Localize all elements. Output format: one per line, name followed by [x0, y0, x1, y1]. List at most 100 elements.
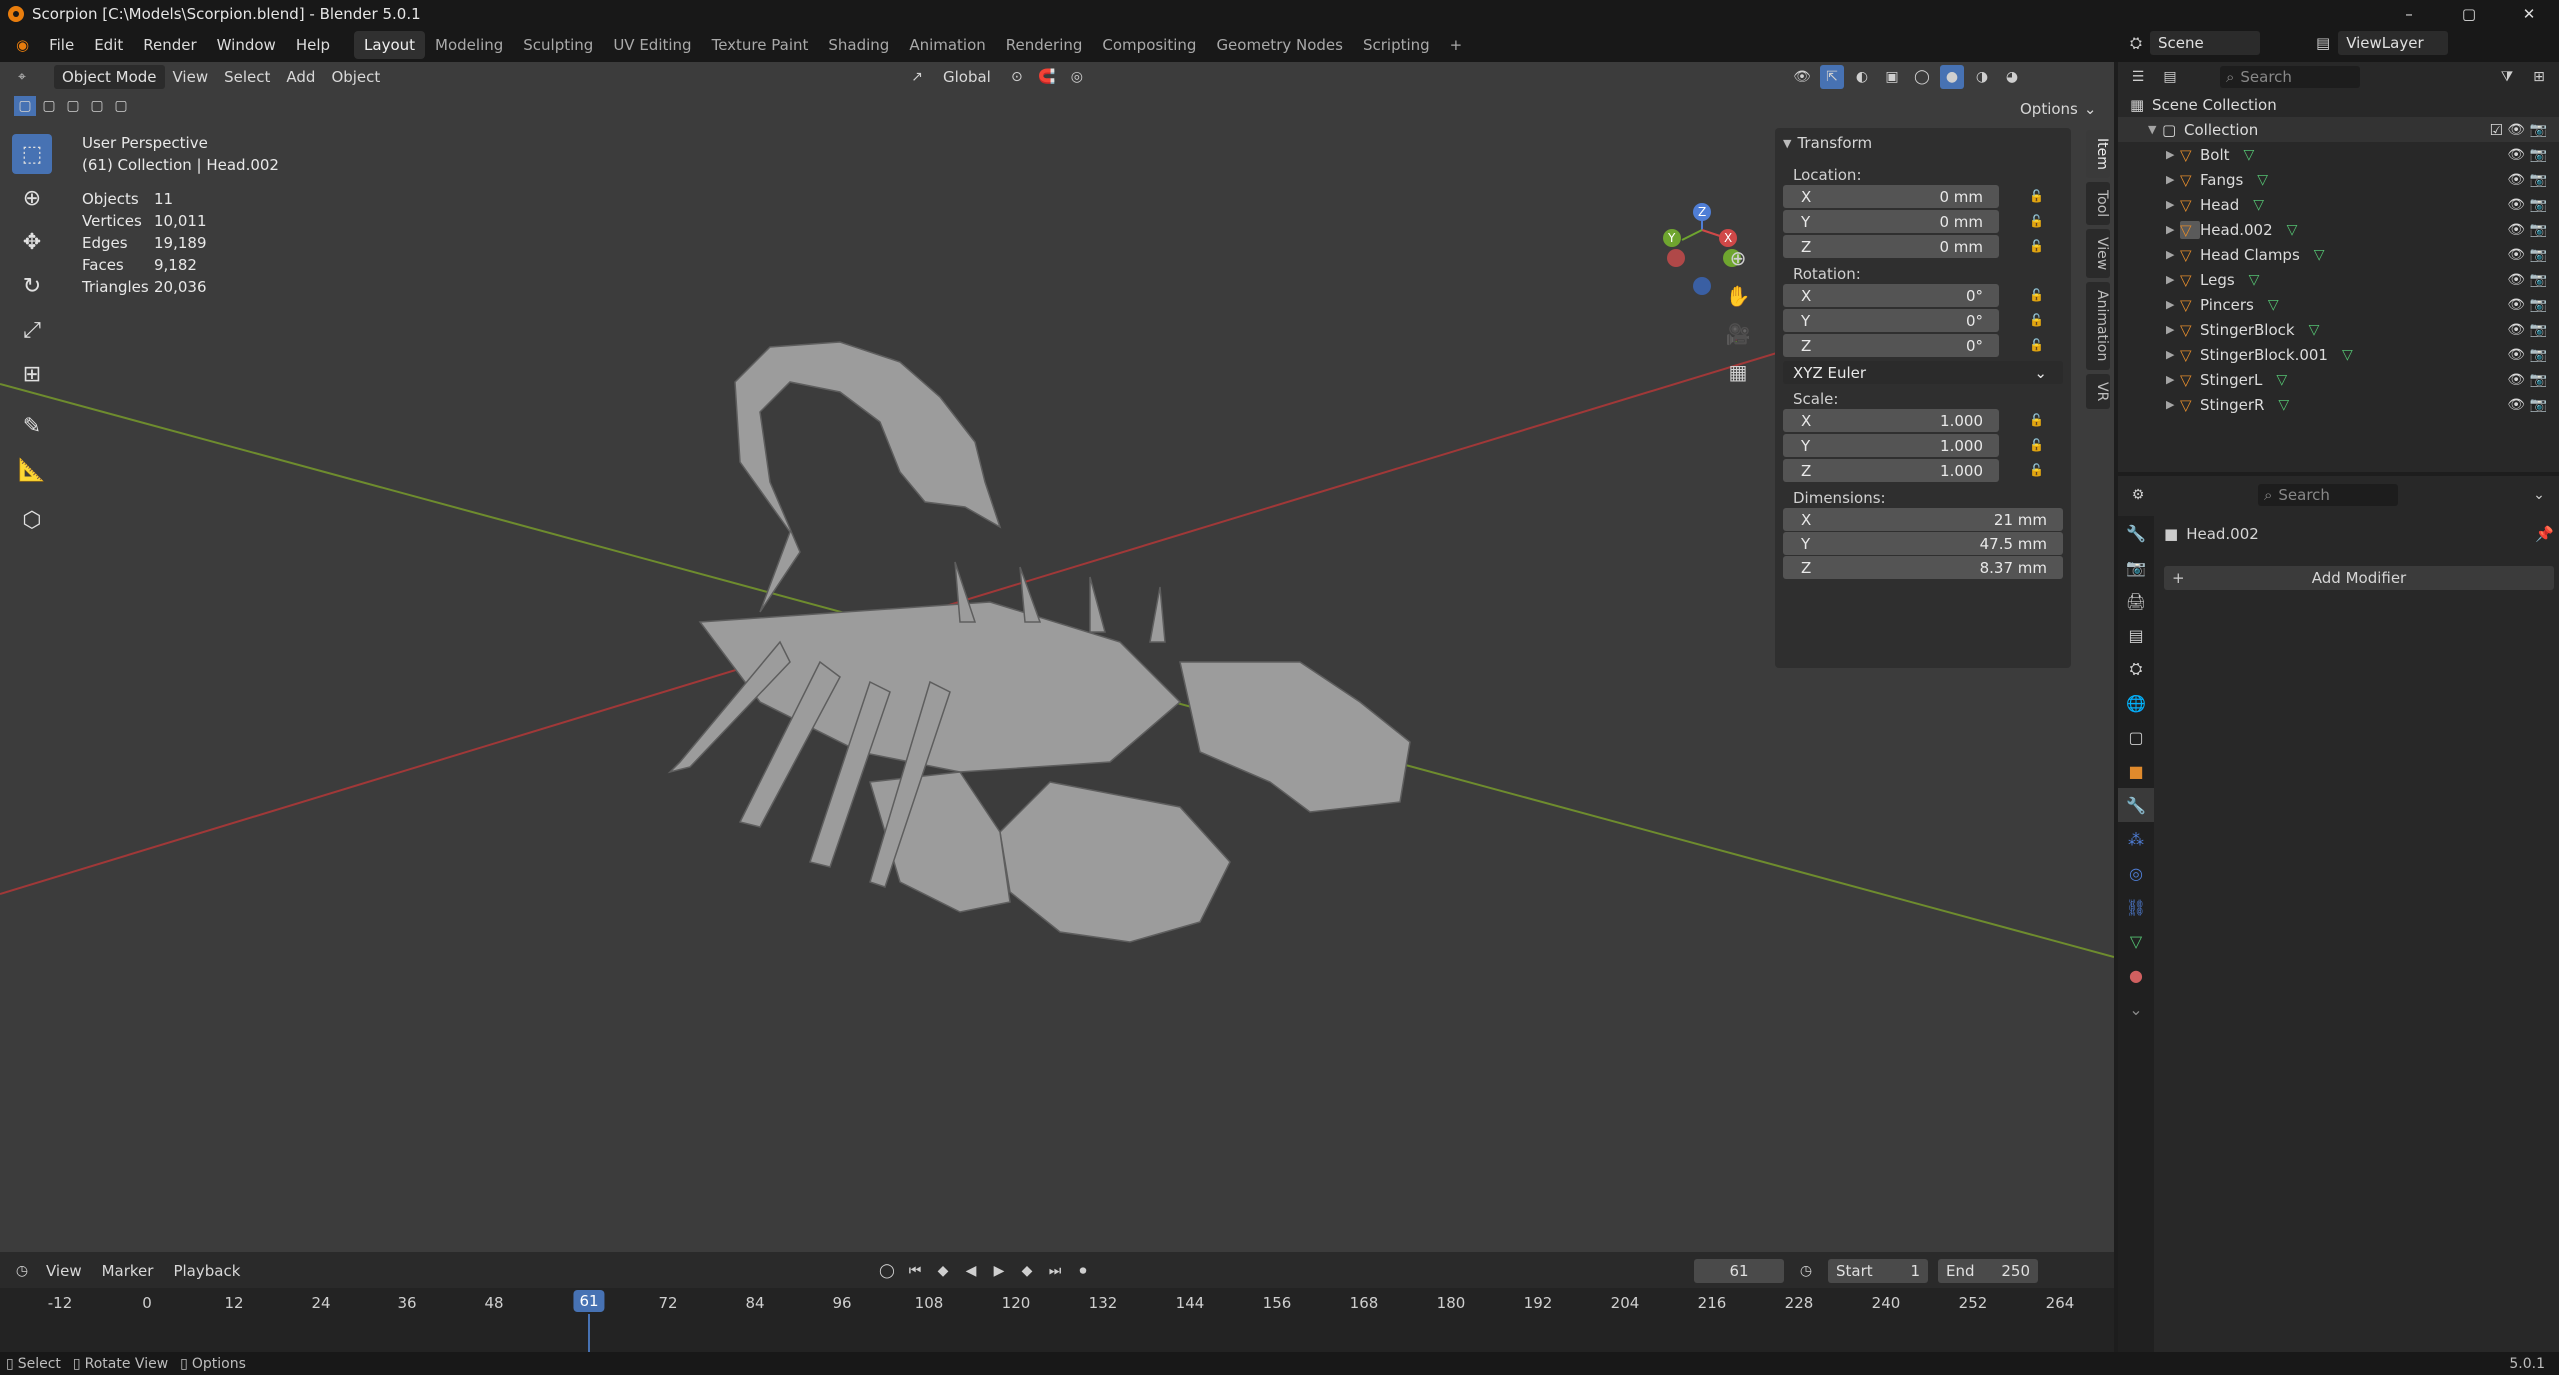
scene-icon[interactable]: ⛭	[2130, 34, 2142, 52]
tab-shading[interactable]: Shading	[818, 31, 899, 59]
tab-rendering[interactable]: Rendering	[996, 31, 1093, 59]
camera-icon[interactable]: 📷	[2530, 247, 2547, 263]
checkbox-icon[interactable]: ☑	[2490, 121, 2503, 139]
tab-animation[interactable]: Animation	[899, 31, 995, 59]
tab-tool[interactable]: Tool	[2086, 181, 2110, 226]
camera-icon[interactable]: 📷	[2530, 197, 2547, 213]
tab-view[interactable]: View	[2086, 229, 2110, 279]
expand-icon[interactable]: ▶	[2166, 198, 2180, 211]
eye-icon[interactable]: 👁	[2507, 297, 2525, 313]
outliner-item[interactable]: ▶ ▽ StingerBlock.001 ▽ 👁 📷	[2118, 342, 2559, 367]
camera-icon[interactable]: 📷	[2530, 222, 2547, 238]
lock-icon[interactable]: 🔓	[2029, 338, 2044, 354]
dimensions-z-field[interactable]: Z 8.37 mm	[1783, 556, 2063, 579]
transform-panel-header[interactable]: ▼ Transform	[1775, 128, 2071, 158]
output-tab-icon[interactable]: 🖨	[2118, 584, 2154, 618]
scene-selector[interactable]: Scene	[2150, 31, 2261, 55]
pin-icon[interactable]: 📌	[2535, 525, 2554, 543]
tab-uv-editing[interactable]: UV Editing	[603, 31, 701, 59]
object-tab-icon[interactable]: ■	[2118, 754, 2154, 788]
tab-texture-paint[interactable]: Texture Paint	[702, 31, 819, 59]
eye-icon[interactable]: 👁	[2507, 222, 2525, 238]
tab-vr[interactable]: VR	[2086, 373, 2110, 409]
eye-icon[interactable]: 👁	[2507, 247, 2525, 263]
outliner-search-input[interactable]: ⌕ Search	[2220, 66, 2360, 88]
expand-icon[interactable]: ▶	[2166, 248, 2180, 261]
camera-icon[interactable]: 📷	[2530, 272, 2547, 288]
menu-file[interactable]: File	[39, 36, 84, 54]
data-tab-icon[interactable]: ▽	[2118, 924, 2154, 958]
rotation-z-field[interactable]: Z 0°	[1783, 334, 1999, 357]
outliner-item[interactable]: ▶ ▽ StingerL ▽ 👁 📷	[2118, 367, 2559, 392]
constraints-tab-icon[interactable]: ⛓	[2118, 890, 2154, 924]
tab-scripting[interactable]: Scripting	[1353, 31, 1440, 59]
dimensions-x-field[interactable]: X 21 mm	[1783, 508, 2063, 531]
expand-icon[interactable]: ▶	[2166, 323, 2180, 336]
lock-icon[interactable]: 🔓	[2029, 214, 2044, 230]
properties-search-input[interactable]: ⌕ Search	[2258, 484, 2398, 506]
tab-compositing[interactable]: Compositing	[1092, 31, 1206, 59]
camera-icon[interactable]: 📷	[2530, 172, 2547, 188]
3d-viewport[interactable]: ⌖ Object Mode View Select Add Object ↗ G…	[0, 62, 2114, 1252]
physics-tab-icon[interactable]: ◎	[2118, 856, 2154, 890]
lock-icon[interactable]: 🔓	[2029, 239, 2044, 255]
outliner-item[interactable]: ▶ ▽ Head ▽ 👁 📷	[2118, 192, 2559, 217]
tab-sculpting[interactable]: Sculpting	[513, 31, 603, 59]
close-button[interactable]: ✕	[2499, 0, 2559, 28]
outliner-item[interactable]: ▶ ▽ Legs ▽ 👁 📷	[2118, 267, 2559, 292]
add-workspace-button[interactable]: +	[1440, 31, 1473, 59]
location-y-field[interactable]: Y 0 mm	[1783, 210, 1999, 233]
camera-icon[interactable]: 📷	[2530, 322, 2547, 338]
outliner-item[interactable]: ▶ ▽ Pincers ▽ 👁 📷	[2118, 292, 2559, 317]
eye-icon[interactable]: 👁	[2507, 372, 2525, 388]
view-layer-tab-icon[interactable]: ▤	[2118, 618, 2154, 652]
expand-icon[interactable]: ▶	[2166, 223, 2180, 236]
zoom-icon[interactable]: ⊕	[1722, 242, 1754, 274]
lock-icon[interactable]: 🔓	[2029, 288, 2044, 304]
camera-icon[interactable]: 📷	[2530, 347, 2547, 363]
expand-icon[interactable]: ▶	[2166, 398, 2180, 411]
lock-icon[interactable]: 🔓	[2029, 189, 2044, 205]
eye-icon[interactable]: 👁	[2507, 322, 2525, 338]
new-collection-icon[interactable]: ⊞	[2527, 65, 2551, 89]
eye-icon[interactable]: 👁	[2507, 397, 2525, 413]
outliner-item[interactable]: ▶ ▽ Fangs ▽ 👁 📷	[2118, 167, 2559, 192]
particles-tab-icon[interactable]: ⁂	[2118, 822, 2154, 856]
menu-help[interactable]: Help	[286, 36, 340, 54]
rotation-mode-dropdown[interactable]: XYZ Euler ⌄	[1783, 361, 2063, 384]
eye-icon[interactable]: 👁	[2507, 197, 2525, 213]
outliner-type-icon[interactable]: ☰	[2126, 65, 2150, 89]
eye-icon[interactable]: 👁	[2507, 347, 2525, 363]
display-mode-icon[interactable]: ▤	[2158, 65, 2182, 89]
render-tab-icon[interactable]: 📷	[2118, 550, 2154, 584]
expand-icon[interactable]: ▶	[2166, 173, 2180, 186]
outliner-item[interactable]: ▶ ▽ Bolt ▽ 👁 📷	[2118, 142, 2559, 167]
expand-icon[interactable]: ▶	[2166, 273, 2180, 286]
scene-collection-label[interactable]: Scene Collection	[2152, 96, 2277, 114]
add-modifier-button[interactable]: + Add Modifier	[2164, 566, 2554, 590]
lock-icon[interactable]: 🔓	[2029, 438, 2044, 454]
rotation-x-field[interactable]: X 0°	[1783, 284, 1999, 307]
camera-icon[interactable]: 📷	[2530, 397, 2547, 413]
lock-icon[interactable]: 🔓	[2029, 413, 2044, 429]
expand-icon[interactable]: ▶	[2166, 348, 2180, 361]
modifier-tab-icon[interactable]: 🔧	[2118, 788, 2154, 822]
camera-icon[interactable]: 📷	[2530, 147, 2547, 163]
camera-icon[interactable]: 📷	[2530, 372, 2547, 388]
lock-icon[interactable]: 🔓	[2029, 313, 2044, 329]
menu-render[interactable]: Render	[133, 36, 206, 54]
playhead-frame[interactable]: 61	[573, 1290, 605, 1312]
minimize-button[interactable]: –	[2379, 0, 2439, 28]
collection-tab-icon[interactable]: ▢	[2118, 720, 2154, 754]
expand-icon[interactable]: ▼	[2148, 123, 2162, 136]
expand-icon[interactable]: ▶	[2166, 298, 2180, 311]
eye-icon[interactable]: 👁	[2507, 122, 2525, 138]
scale-y-field[interactable]: Y 1.000	[1783, 434, 1999, 457]
dimensions-y-field[interactable]: Y 47.5 mm	[1783, 532, 2063, 555]
material-tab-icon[interactable]: ●	[2118, 958, 2154, 992]
lock-icon[interactable]: 🔓	[2029, 463, 2044, 479]
menu-window[interactable]: Window	[207, 36, 286, 54]
tab-geometry-nodes[interactable]: Geometry Nodes	[1206, 31, 1353, 59]
tab-layout[interactable]: Layout	[354, 31, 426, 59]
outliner-item[interactable]: ▶ ▽ StingerBlock ▽ 👁 📷	[2118, 317, 2559, 342]
